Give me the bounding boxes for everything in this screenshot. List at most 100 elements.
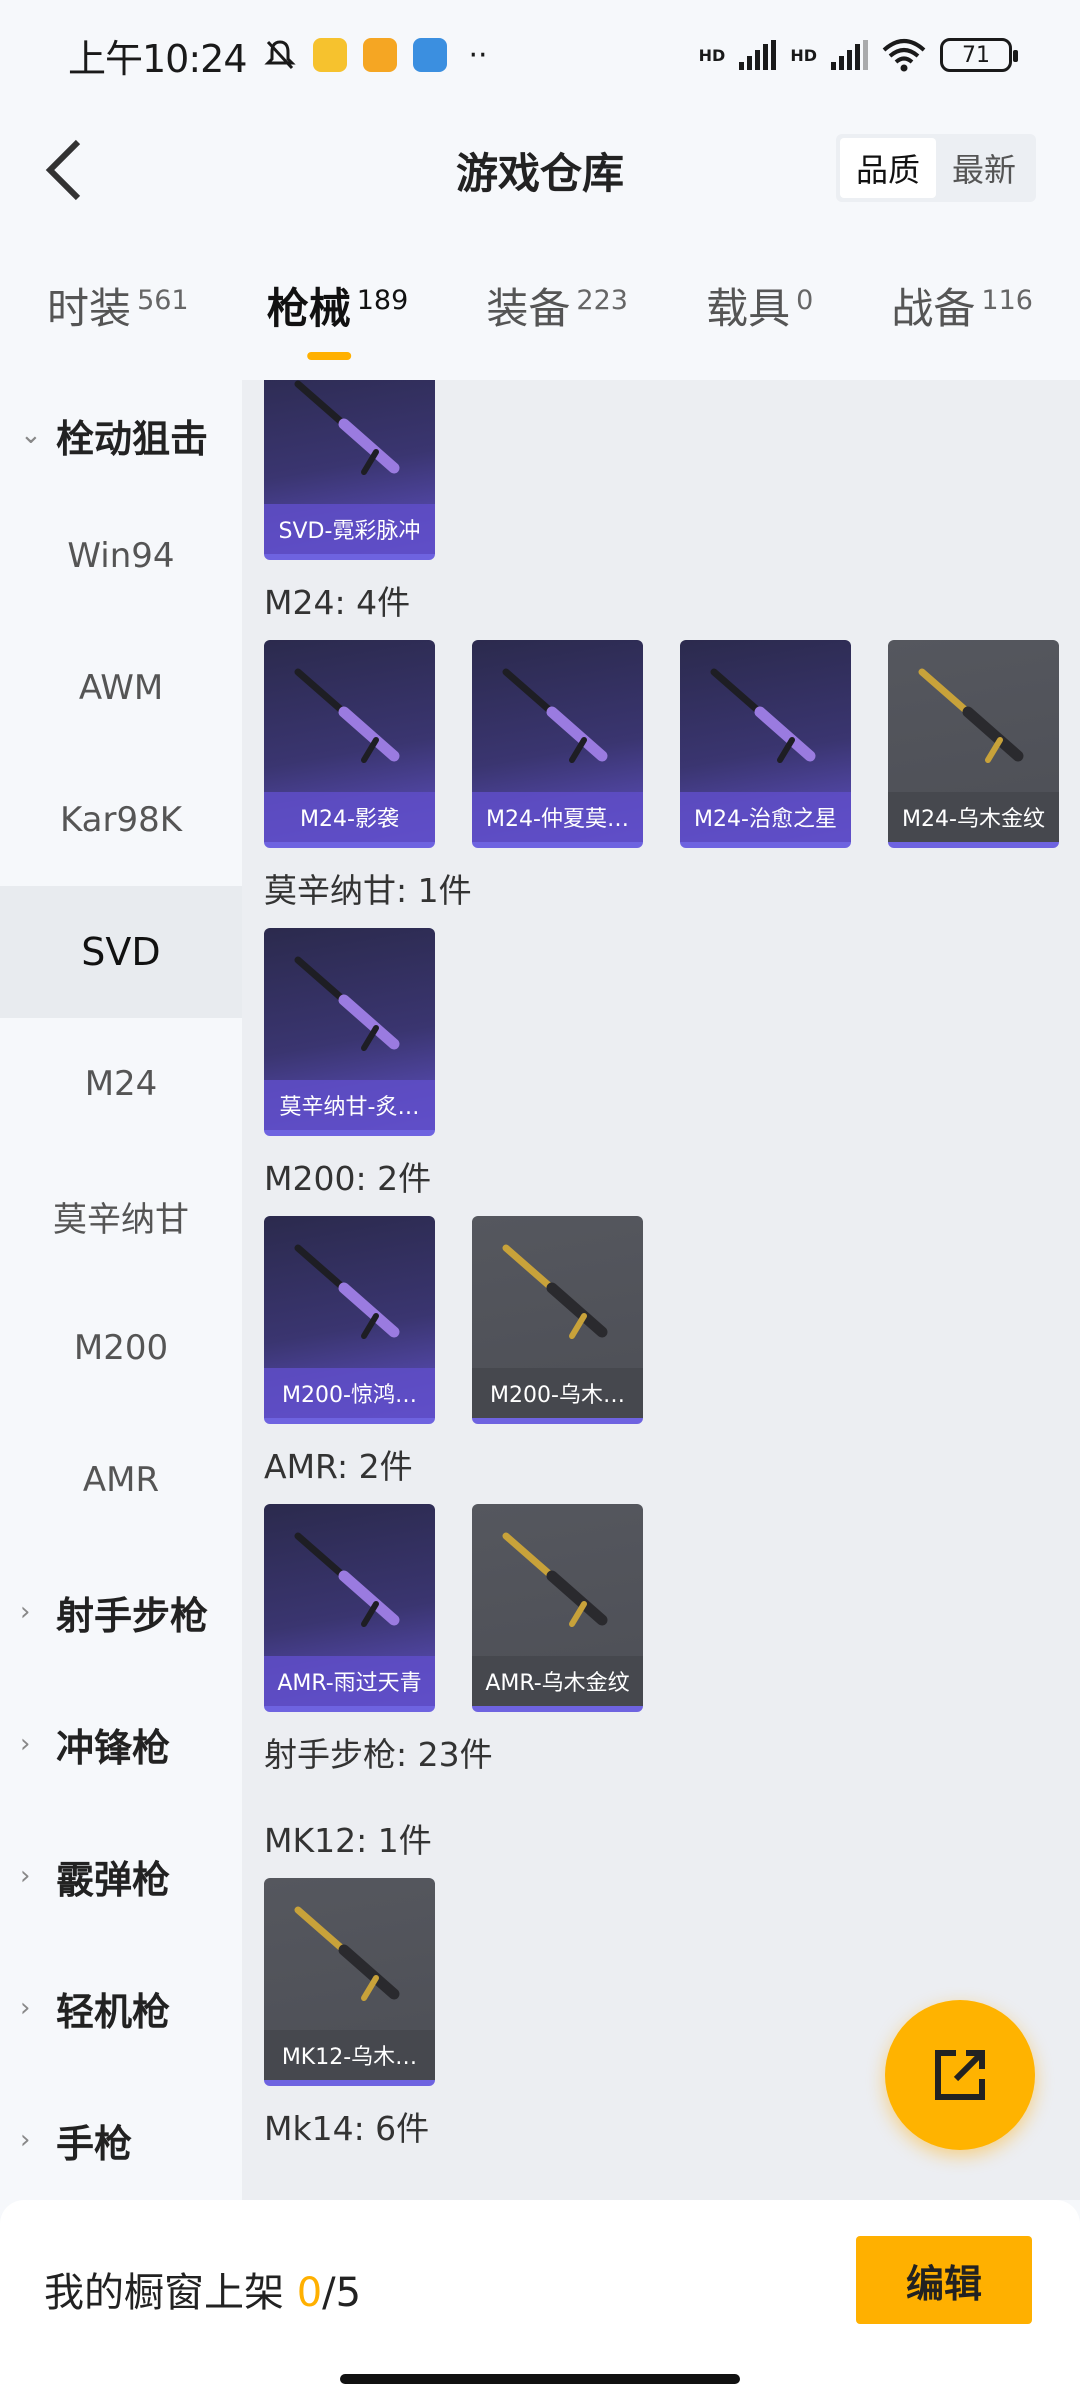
section-title: M200: 2件 bbox=[264, 1159, 432, 1198]
chevron-right-icon: › bbox=[20, 1861, 31, 1891]
weapon-card-label: 莫辛纳甘-炙… bbox=[264, 1080, 435, 1130]
battery-icon: 71 bbox=[940, 38, 1018, 72]
tab-firearms[interactable]: 枪械 189 bbox=[266, 275, 409, 360]
weapon-skin-icon bbox=[710, 668, 816, 763]
weapon-skin-icon bbox=[502, 1244, 608, 1339]
back-arrow-icon bbox=[45, 139, 81, 201]
weapon-card-label: SVD-霓彩脉冲 bbox=[264, 504, 435, 554]
weapon-list: SVD-霓彩脉冲 M24: 4件 M24-影袭 M24-仲夏莫… M24-治愈之星 M24… bbox=[242, 380, 1080, 2200]
section-title: MK12: 1件 bbox=[264, 1821, 432, 1860]
app-notification-icon bbox=[312, 38, 347, 72]
sidebar-group-marksman[interactable]: › 射手步枪 bbox=[0, 1546, 242, 1678]
sidebar-item-svd[interactable]: SVD bbox=[0, 886, 242, 1018]
weapon-grid: SVD-霓彩脉冲 bbox=[242, 380, 1080, 560]
showcase-current: 0 bbox=[296, 2270, 323, 2316]
sidebar-item-awm[interactable]: AWM bbox=[0, 622, 242, 754]
mute-bell-icon bbox=[263, 40, 296, 70]
share-button[interactable] bbox=[885, 2000, 1035, 2150]
sidebar-item-kar98k[interactable]: Kar98K bbox=[0, 754, 242, 886]
weapon-card-label: M24-乌木金纹 bbox=[888, 792, 1059, 842]
category-tabs: 时装 561 枪械 189 装备 223 载具 0 战备 116 bbox=[0, 250, 1080, 360]
share-icon bbox=[935, 2050, 985, 2100]
hd-label: HD bbox=[790, 45, 817, 65]
weapon-skin-icon bbox=[294, 1244, 400, 1339]
tab-combat-gear[interactable]: 战备 116 bbox=[891, 275, 1033, 336]
section-title: AMR: 2件 bbox=[264, 1447, 413, 1486]
weapon-skin-icon bbox=[502, 1532, 608, 1627]
tab-fashion[interactable]: 时装 561 bbox=[47, 275, 189, 336]
weapon-card[interactable]: M24-乌木金纹 bbox=[888, 640, 1059, 848]
weapon-card[interactable]: M24-治愈之星 bbox=[680, 640, 851, 848]
tab-label: 枪械 bbox=[266, 283, 351, 333]
sidebar-item-mosin[interactable]: 莫辛纳甘 bbox=[0, 1150, 242, 1282]
status-time: 上午10:24 bbox=[68, 36, 248, 81]
weapon-card[interactable]: SVD-霓彩脉冲 bbox=[264, 380, 435, 560]
sidebar-group-label: 手枪 bbox=[56, 2121, 133, 2166]
sort-option-newest[interactable]: 最新 bbox=[936, 138, 1032, 198]
chevron-right-icon: › bbox=[20, 1993, 31, 2023]
showcase-label: 我的橱窗上架 bbox=[44, 2270, 284, 2316]
weapon-card[interactable]: M200-惊鸿… bbox=[264, 1216, 435, 1424]
sidebar-group-label: 栓动狙击 bbox=[56, 416, 209, 461]
tab-label: 战备 bbox=[891, 283, 976, 333]
sidebar-group-label: 冲锋枪 bbox=[56, 1725, 171, 1770]
weapon-card-label: M200-惊鸿… bbox=[264, 1368, 435, 1418]
weapon-skin-icon bbox=[502, 668, 608, 763]
weapon-card[interactable]: MK12-乌木… bbox=[264, 1878, 435, 2086]
weapon-card-label: M24-仲夏莫… bbox=[472, 792, 643, 842]
section-title: 射手步枪: 23件 bbox=[264, 1735, 493, 1774]
sidebar-group-shotgun[interactable]: › 霰弹枪 bbox=[0, 1810, 242, 1942]
tab-count: 189 bbox=[356, 284, 409, 316]
weapon-type-sidebar: ⌄ 栓动狙击 Win94 AWM Kar98K SVD M24 莫辛纳甘 M20… bbox=[0, 380, 242, 2200]
more-notifications-icon: ·· bbox=[468, 37, 488, 73]
weapon-card[interactable]: M200-乌木… bbox=[472, 1216, 643, 1424]
weapon-skin-icon bbox=[294, 380, 400, 475]
sort-option-quality[interactable]: 品质 bbox=[839, 138, 936, 198]
signal-icon bbox=[831, 40, 868, 70]
page-title: 游戏仓库 bbox=[455, 148, 624, 198]
weapon-grid: M24-影袭 M24-仲夏莫… M24-治愈之星 M24-乌木金纹 bbox=[242, 640, 1080, 848]
weapon-card[interactable]: 莫辛纳甘-炙… bbox=[264, 928, 435, 1136]
wifi-icon bbox=[882, 39, 926, 72]
tab-equipment[interactable]: 装备 223 bbox=[486, 275, 628, 336]
weapon-card[interactable]: AMR-雨过天青 bbox=[264, 1504, 435, 1712]
sidebar-group-smg[interactable]: › 冲锋枪 bbox=[0, 1678, 242, 1810]
weapon-skin-icon bbox=[294, 1906, 400, 2001]
weapon-card-label: M200-乌木… bbox=[472, 1368, 643, 1418]
status-bar: 上午10:24 ·· HD HD 71 bbox=[0, 0, 1080, 110]
sidebar-item-win94[interactable]: Win94 bbox=[0, 490, 242, 622]
weapon-grid: M200-惊鸿… M200-乌木… bbox=[242, 1216, 1080, 1424]
tab-label: 载具 bbox=[706, 283, 791, 333]
sidebar-group-bolt-action[interactable]: ⌄ 栓动狙击 bbox=[0, 380, 242, 490]
weapon-card[interactable]: M24-影袭 bbox=[264, 640, 435, 848]
sidebar-group-pistol[interactable]: › 手枪 bbox=[0, 2074, 242, 2206]
sidebar-group-label: 轻机枪 bbox=[56, 1989, 171, 2034]
sidebar-group-label: 霰弹枪 bbox=[56, 1857, 171, 1902]
section-title: 莫辛纳甘: 1件 bbox=[264, 871, 472, 910]
weapon-card-label: M24-影袭 bbox=[264, 792, 435, 842]
sidebar-item-amr[interactable]: AMR bbox=[0, 1414, 242, 1546]
chevron-right-icon: › bbox=[20, 1597, 31, 1627]
weapon-card[interactable]: M24-仲夏莫… bbox=[472, 640, 643, 848]
weapon-card[interactable]: AMR-乌木金纹 bbox=[472, 1504, 643, 1712]
signal-icon bbox=[739, 40, 777, 70]
weapon-card-label: AMR-乌木金纹 bbox=[472, 1656, 643, 1706]
weapon-grid: AMR-雨过天青 AMR-乌木金纹 bbox=[242, 1504, 1080, 1712]
tab-vehicles[interactable]: 载具 0 bbox=[706, 275, 813, 336]
chevron-right-icon: › bbox=[20, 2125, 31, 2155]
section-title: M24: 4件 bbox=[264, 583, 411, 622]
chevron-down-icon: ⌄ bbox=[20, 420, 42, 450]
sidebar-item-m200[interactable]: M200 bbox=[0, 1282, 242, 1414]
sidebar-item-m24[interactable]: M24 bbox=[0, 1018, 242, 1150]
showcase-status: 我的橱窗上架 0/5 bbox=[44, 2260, 361, 2318]
home-indicator[interactable] bbox=[340, 2374, 740, 2384]
back-button[interactable] bbox=[28, 134, 100, 206]
bottom-bar: 我的橱窗上架 0/5 编辑 bbox=[0, 2200, 1080, 2400]
tab-count: 561 bbox=[137, 284, 189, 316]
tab-count: 0 bbox=[796, 284, 814, 316]
weapon-skin-icon bbox=[294, 956, 400, 1051]
edit-button[interactable]: 编辑 bbox=[856, 2236, 1032, 2324]
tab-label: 时装 bbox=[47, 283, 132, 333]
sidebar-group-lmg[interactable]: › 轻机枪 bbox=[0, 1942, 242, 2074]
weapon-card-label: M24-治愈之星 bbox=[680, 792, 851, 842]
